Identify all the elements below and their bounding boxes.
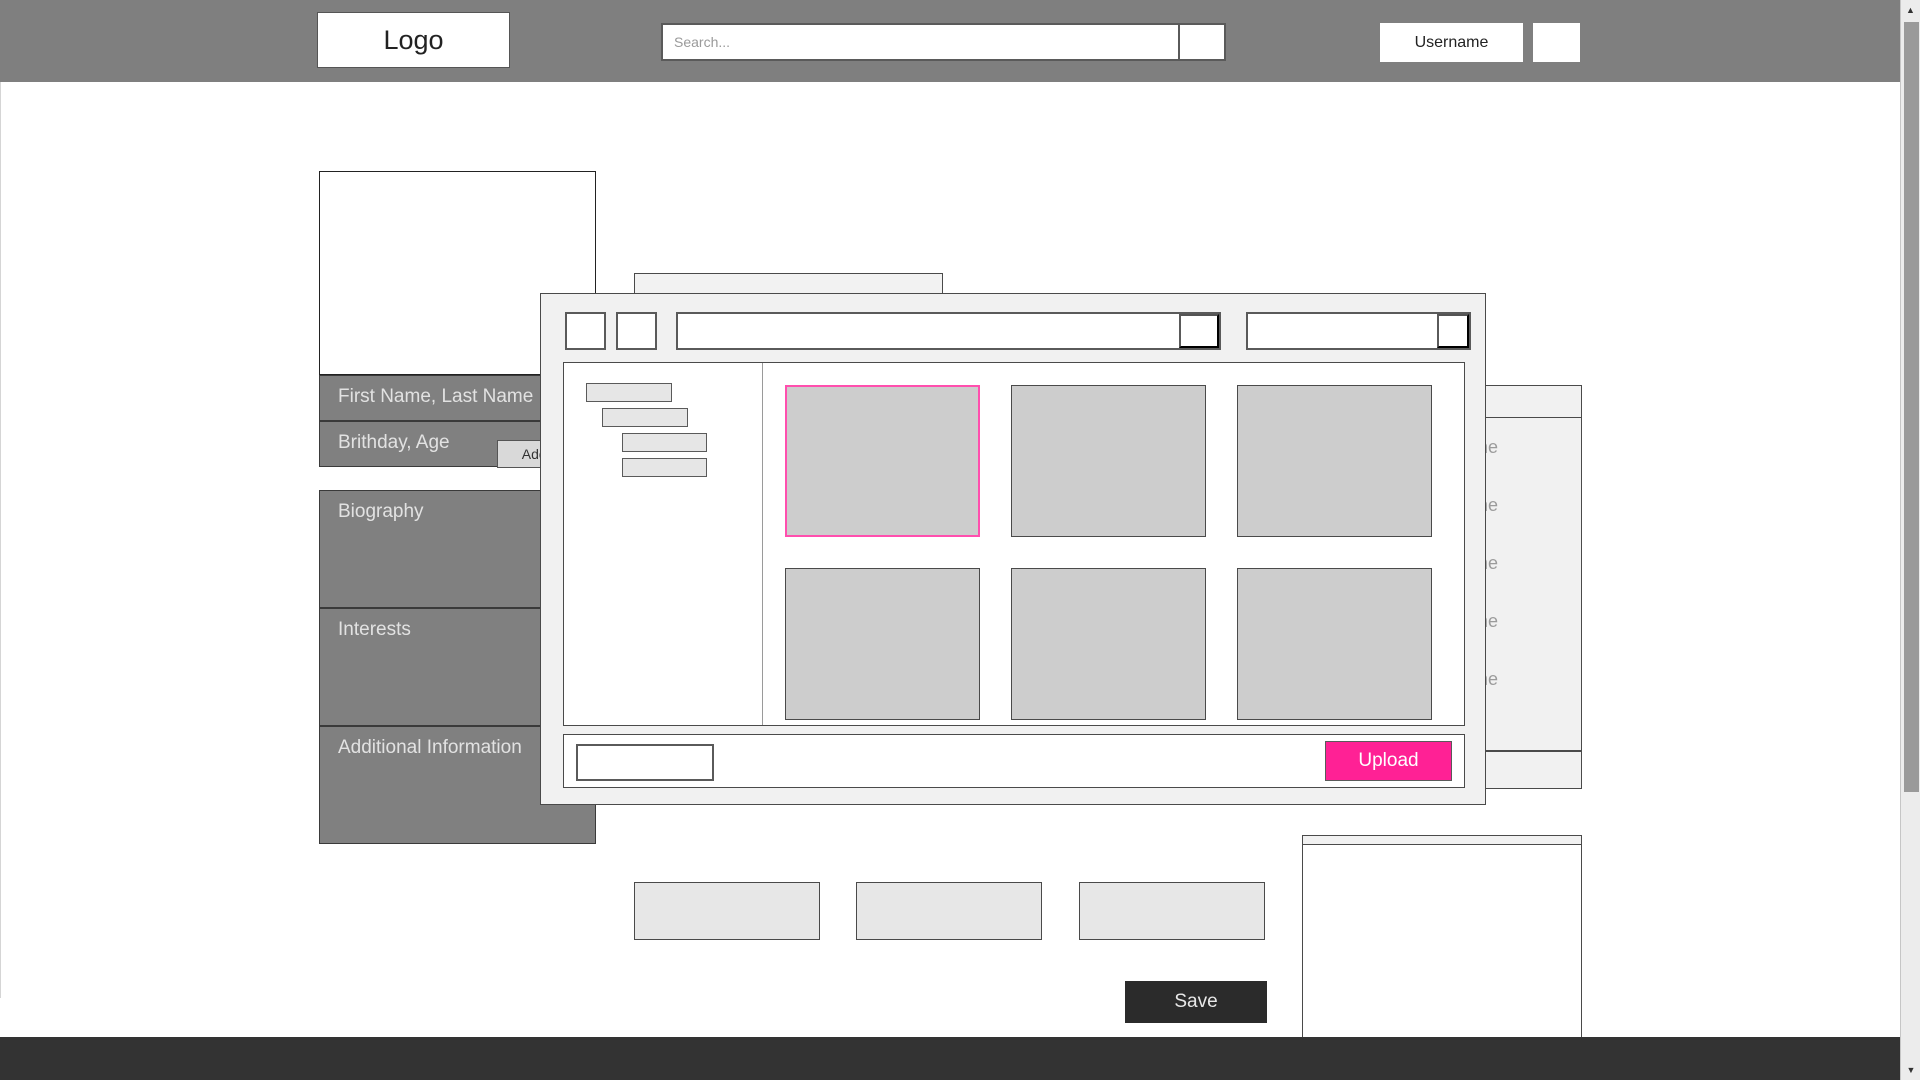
scrollbar-thumb[interactable] bbox=[1904, 22, 1919, 792]
path-bar bbox=[676, 312, 1221, 350]
header-search bbox=[661, 23, 1226, 61]
save-button[interactable]: Save bbox=[1125, 981, 1267, 1023]
file-search-input[interactable] bbox=[1248, 314, 1437, 348]
avatar[interactable] bbox=[1533, 23, 1580, 62]
detail-field-c[interactable] bbox=[1079, 882, 1265, 940]
path-go-button[interactable] bbox=[1179, 314, 1219, 348]
forward-button[interactable] bbox=[616, 312, 657, 350]
file-thumbnail[interactable] bbox=[785, 385, 980, 537]
search-input[interactable] bbox=[663, 25, 1178, 59]
file-thumbnail[interactable] bbox=[1011, 568, 1206, 720]
file-thumbnail[interactable] bbox=[785, 568, 980, 720]
file-thumbnail[interactable] bbox=[1237, 568, 1432, 720]
folder-tree-item[interactable] bbox=[622, 433, 707, 452]
file-picker-toolbar bbox=[541, 294, 1485, 362]
file-search-bar bbox=[1246, 312, 1471, 350]
folder-tree-item[interactable] bbox=[602, 408, 688, 427]
site-header: Logo Username bbox=[0, 0, 1900, 82]
detail-field-b[interactable] bbox=[856, 882, 1042, 940]
file-thumbnail[interactable] bbox=[1237, 385, 1432, 537]
folder-tree-item[interactable] bbox=[586, 383, 672, 402]
logo[interactable]: Logo bbox=[317, 12, 510, 68]
detail-field-a[interactable] bbox=[634, 882, 820, 940]
upload-button[interactable]: Upload bbox=[1325, 741, 1452, 781]
scroll-up-arrow-icon[interactable]: ▲ bbox=[1901, 0, 1920, 20]
file-picker-footer: Upload bbox=[563, 734, 1465, 788]
search-button[interactable] bbox=[1178, 25, 1224, 59]
folder-tree bbox=[564, 363, 763, 725]
filename-field bbox=[576, 744, 714, 781]
site-footer bbox=[0, 1037, 1900, 1080]
file-thumbnail-grid bbox=[763, 363, 1464, 725]
back-button[interactable] bbox=[565, 312, 606, 350]
path-input[interactable] bbox=[678, 314, 1179, 348]
scroll-down-arrow-icon[interactable]: ▼ bbox=[1901, 1060, 1920, 1080]
username-label[interactable]: Username bbox=[1380, 23, 1523, 62]
file-thumbnail[interactable] bbox=[1011, 385, 1206, 537]
file-picker-body bbox=[563, 362, 1465, 726]
filename-input[interactable] bbox=[578, 746, 712, 779]
file-picker-dialog: Upload bbox=[540, 293, 1486, 805]
page-scrollbar[interactable]: ▲ ▼ bbox=[1900, 0, 1920, 1080]
file-search-button[interactable] bbox=[1437, 314, 1469, 348]
folder-tree-item[interactable] bbox=[622, 458, 707, 477]
page-root: Logo Username Add Friend First Name, Las… bbox=[0, 0, 1920, 1080]
